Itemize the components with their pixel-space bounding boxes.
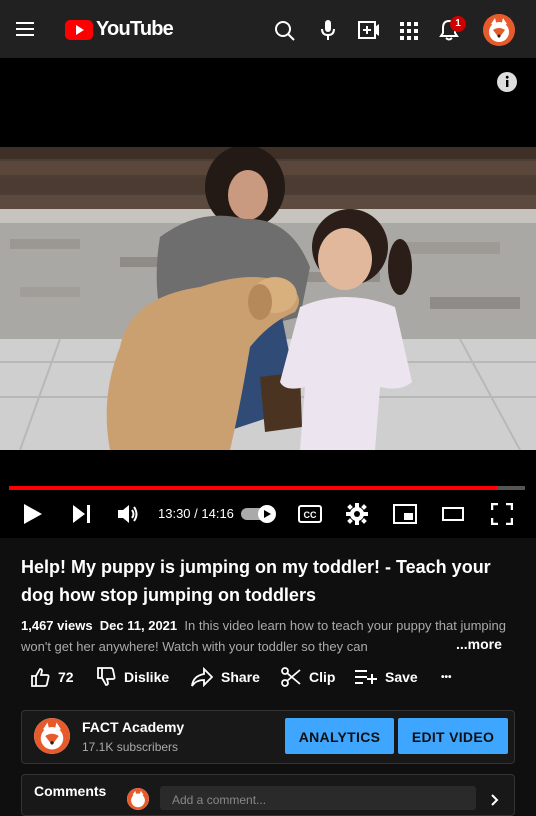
thumbs-down-icon [97,667,116,686]
cc-label: CC [304,510,317,520]
mic-icon[interactable] [321,19,335,46]
notification-badge: 1 [450,16,466,32]
logo-text: YouTube [96,18,174,40]
settings-gear-icon[interactable] [346,503,368,530]
channel-avatar[interactable] [34,718,70,754]
share-label: Share [221,669,260,685]
subscriber-count: 17.1K subscribers [82,740,179,754]
scissors-icon [281,667,301,687]
progress-fill [9,486,497,490]
volume-icon[interactable] [118,504,140,529]
add-comment-input[interactable]: Add a comment... [160,786,476,810]
fox-logo-icon [483,14,515,46]
fullscreen-icon[interactable] [490,502,514,530]
edit-video-button[interactable]: EDIT VIDEO [398,718,508,754]
like-count: 72 [58,669,74,685]
clip-button[interactable]: Clip [281,666,335,688]
fox-logo-icon [127,788,149,810]
logo-triangle [76,25,84,35]
theater-mode-icon[interactable] [442,507,464,526]
create-icon[interactable] [358,20,380,45]
commenter-avatar [127,788,149,810]
video-title: Help! My puppy is jumping on my toddler!… [21,557,491,605]
chevron-right-icon[interactable] [491,793,499,811]
channel-name[interactable]: FACT Academy [82,719,184,735]
upload-date: Dec 11, 2021 [99,618,178,633]
play-icon[interactable] [24,504,42,529]
next-icon[interactable] [73,505,91,528]
clip-label: Clip [309,669,336,685]
save-button[interactable]: Save [355,666,418,688]
menu-icon[interactable] [16,22,34,36]
more-dots-icon: ••• [441,671,452,683]
info-icon[interactable] [497,72,517,97]
description-text: In this video learn how to teach your pu… [21,618,506,654]
comments-label: Comments [34,783,107,799]
dislike-button[interactable]: Dislike [96,666,169,688]
analytics-button[interactable]: ANALYTICS [285,718,394,754]
more-link[interactable]: ...more [452,636,502,652]
more-actions-button[interactable]: ••• [441,666,452,688]
autoplay-toggle[interactable] [241,505,277,528]
video-frame [0,147,536,450]
video-thumbnail-image [0,147,536,450]
like-button[interactable]: 72 [30,666,74,688]
playlist-add-icon [355,670,377,684]
view-count: 1,467 views [21,618,93,633]
share-button[interactable]: Share [191,666,260,688]
account-avatar[interactable] [483,14,515,46]
search-icon[interactable] [274,20,296,47]
dislike-label: Dislike [124,669,170,685]
thumbs-up-icon [31,668,50,687]
captions-icon[interactable]: CC [298,505,322,528]
video-description[interactable]: 1,467 views Dec 11, 2021 In this video l… [21,615,506,657]
time-display: 13:30 / 14:16 [158,506,234,521]
miniplayer-icon[interactable] [393,504,417,529]
apps-icon[interactable] [400,22,418,45]
fox-logo-icon [34,718,70,754]
share-icon [191,667,213,687]
save-label: Save [385,669,418,685]
